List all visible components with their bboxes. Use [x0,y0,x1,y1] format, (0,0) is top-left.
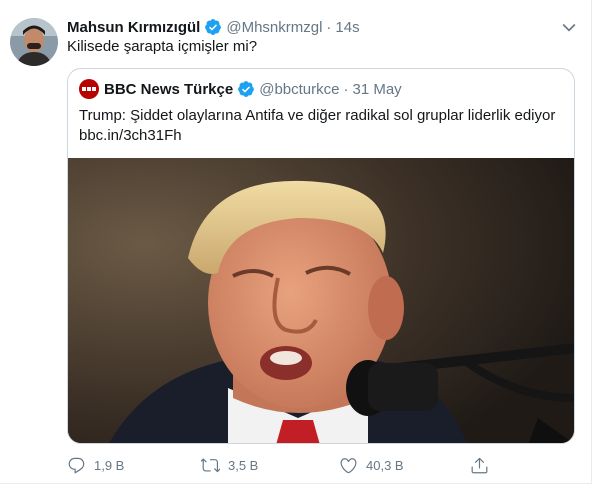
quoted-link[interactable]: bbc.in/3ch31Fh [79,126,569,146]
tweet-actions: 1,9 B 3,5 B 40,3 B [67,454,488,476]
quoted-tweet[interactable]: BBC News Türkçe @bbcturkce · 31 May Trum… [67,68,575,444]
like-count: 40,3 B [366,457,404,473]
author-name[interactable]: Mahsun Kırmızıgül [67,19,200,36]
verified-badge-icon [237,80,255,98]
quoted-author-name[interactable]: BBC News Türkçe [104,81,233,98]
reply-count: 1,9 B [94,457,125,473]
tweet-time[interactable]: 14s [335,19,359,36]
share-button[interactable] [470,454,497,476]
quoted-photo[interactable] [68,158,574,443]
tweet-header: Mahsun Kırmızıgül @Mhsnkrmzgl · 14s [67,15,571,39]
retweet-button[interactable]: 3,5 B [201,454,258,476]
quoted-text-block: Trump: Şiddet olaylarına Antifa ve diğer… [79,106,569,146]
separator-dot: · [326,18,332,36]
author-handle[interactable]: @Mhsnkrmzgl [226,19,322,36]
retweet-icon [201,457,220,472]
reply-icon [68,457,85,473]
retweet-count: 3,5 B [228,457,259,473]
quoted-header: BBC News Türkçe @bbcturkce · 31 May [79,79,402,99]
bbc-logo-icon[interactable] [79,79,99,99]
like-button[interactable]: 40,3 B [339,454,404,476]
quoted-author-handle[interactable]: @bbcturkce [259,81,339,98]
tweet-text: Kilisede şarapta içmişler mi? [67,38,258,55]
tweet-card[interactable]: Mahsun Kırmızıgül @Mhsnkrmzgl · 14s Kili… [0,0,592,484]
heart-icon [340,457,357,473]
avatar[interactable] [10,18,58,66]
share-icon [471,457,488,473]
separator-dot: · [343,80,349,98]
verified-badge-icon [204,18,222,36]
quoted-text: Trump: Şiddet olaylarına Antifa ve diğer… [79,107,556,124]
chevron-down-icon[interactable] [559,17,579,37]
reply-button[interactable]: 1,9 B [67,454,124,476]
quoted-date[interactable]: 31 May [352,81,401,98]
